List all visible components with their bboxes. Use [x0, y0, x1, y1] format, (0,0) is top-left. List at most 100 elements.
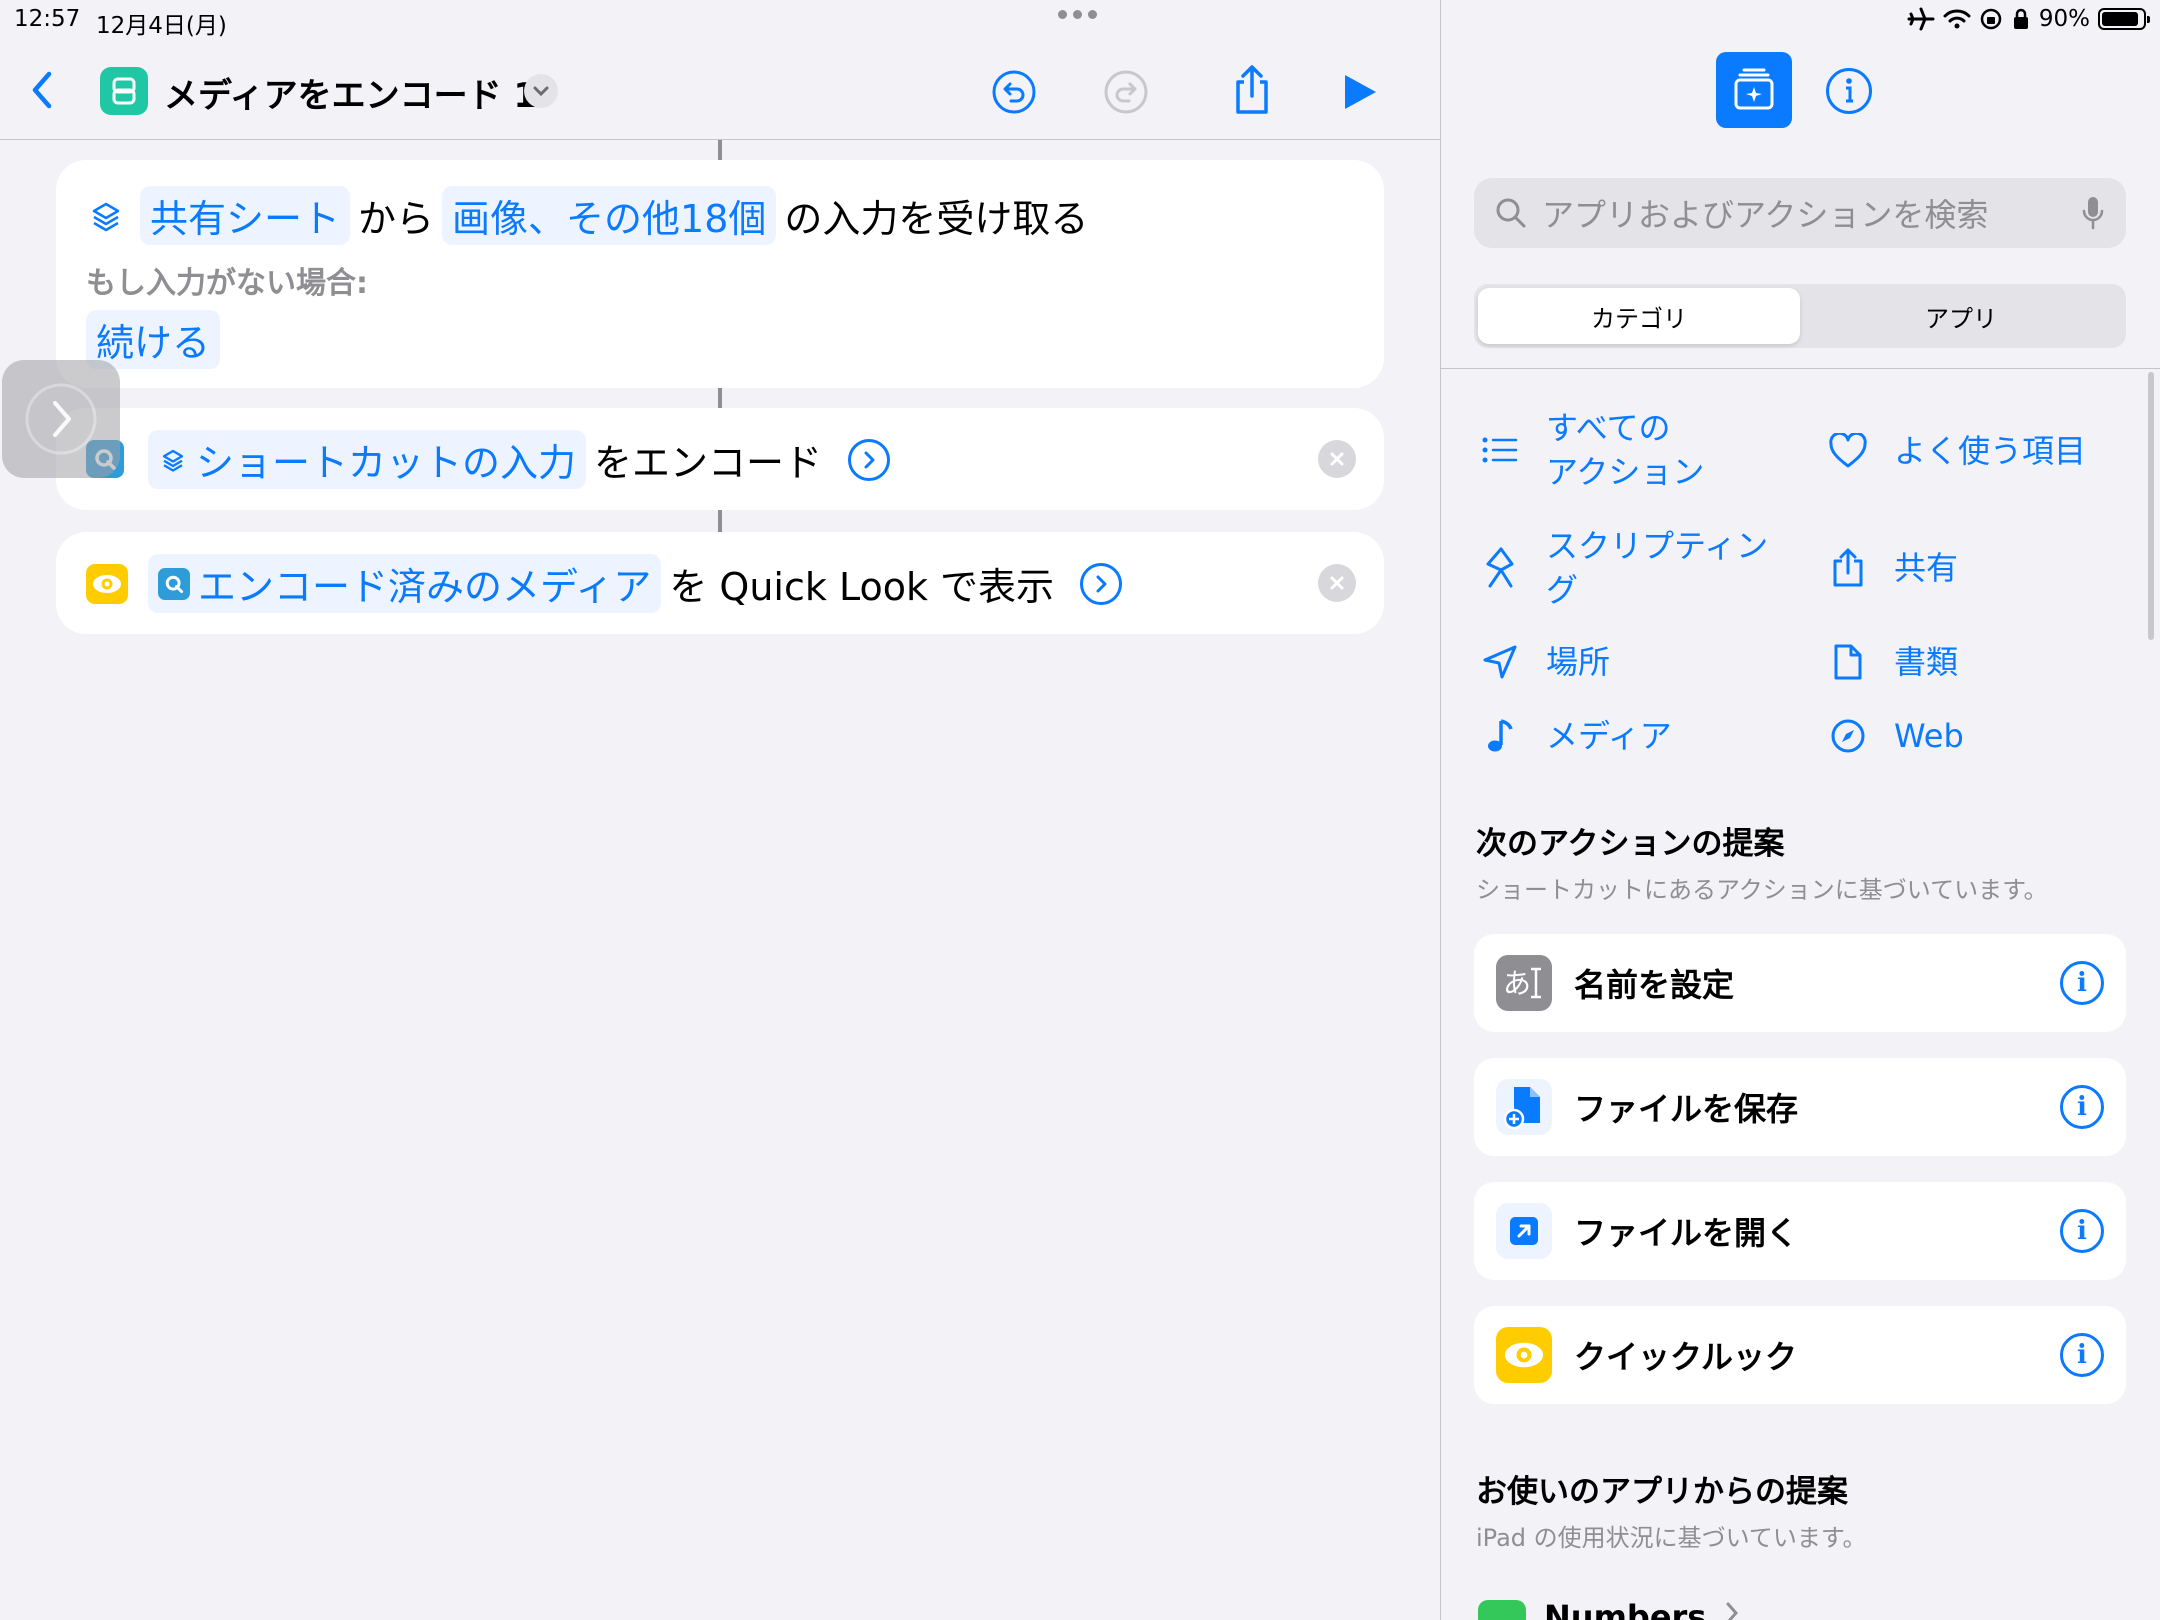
pane-divider [1440, 368, 2160, 369]
share-button[interactable] [1228, 64, 1276, 116]
category-media[interactable]: メディア [1478, 714, 1672, 758]
flow-connector [718, 140, 722, 160]
lock-icon [2013, 8, 2028, 29]
chevron-right-icon [25, 383, 97, 455]
info-icon[interactable]: i [2060, 1085, 2104, 1129]
list-icon [1482, 437, 1518, 463]
category-location-label: 場所 [1546, 643, 1611, 681]
quicklook-app-icon [86, 564, 128, 604]
category-web[interactable]: Web [1826, 714, 1964, 758]
suggestion-set-name[interactable]: あ 名前を設定 i [1474, 934, 2126, 1032]
eye-icon [93, 575, 121, 593]
category-scripting-line2: グ [1546, 571, 1579, 609]
if-no-input-label: もし入力がない場合: [86, 266, 368, 301]
chevron-down-icon [533, 86, 549, 97]
battery-icon [2098, 8, 2150, 30]
category-segmented-control[interactable]: カテゴリ アプリ [1474, 284, 2126, 348]
receive-suffix-label: の入力を受け取る [784, 197, 1089, 241]
category-share[interactable]: 共有 [1826, 546, 1958, 590]
layers-icon [162, 449, 184, 472]
share-icon [1236, 65, 1268, 114]
segment-categories[interactable]: カテゴリ [1478, 288, 1800, 344]
undo-button[interactable] [990, 68, 1038, 116]
app-suggestions-subtitle: iPad の使用状況に基づいています。 [1476, 1524, 1867, 1552]
wifi-icon [1943, 9, 1971, 29]
open-arrow-icon [1510, 1217, 1538, 1245]
app-suggestions-title: お使いのアプリからの提案 [1476, 1474, 1848, 1510]
category-location[interactable]: 場所 [1478, 640, 1610, 684]
details-button[interactable] [1826, 68, 1872, 114]
action-quick-look[interactable]: エンコード済みのメディア を Quick Look で表示 [56, 532, 1384, 634]
close-icon [1330, 576, 1344, 590]
app-suggestion-numbers[interactable]: Numbers [1478, 1600, 1740, 1620]
back-button[interactable] [22, 70, 62, 110]
info-icon [1846, 78, 1853, 103]
suggestion-label: クイックルック [1574, 1338, 1798, 1376]
quicklook-input-token[interactable]: エンコード済みのメディア [148, 554, 662, 613]
expand-encode-button[interactable] [848, 438, 891, 481]
document-icon [1834, 644, 1862, 680]
sidebar-collapse-handle[interactable] [2, 360, 120, 478]
input-types-token[interactable]: 画像、その他18個 [442, 186, 777, 245]
expand-quicklook-button[interactable] [1080, 562, 1123, 605]
encode-input-token[interactable]: ショートカットの入力 [148, 430, 587, 489]
action-search-field[interactable]: アプリおよびアクションを検索 [1474, 178, 2126, 248]
microphone-icon[interactable] [2080, 194, 2106, 232]
info-icon[interactable]: i [2060, 1209, 2104, 1253]
category-all-actions[interactable]: すべての アクション [1478, 406, 1704, 494]
suggestion-label: 名前を設定 [1574, 966, 1735, 1004]
chevron-right-icon [1726, 1602, 1739, 1620]
flow-connector [718, 510, 722, 532]
quicklook-input-label: エンコード済みのメディア [198, 565, 652, 609]
search-icon [1496, 198, 1526, 228]
action-library-icon [1734, 68, 1774, 110]
suggestion-open-file[interactable]: ファイルを開く i [1474, 1182, 2126, 1280]
text-cursor-icon: あ [1503, 967, 1541, 1000]
layers-icon [92, 202, 120, 231]
save-file-app-icon [1496, 1079, 1552, 1135]
segment-apps[interactable]: アプリ [1800, 288, 2122, 344]
suggestion-save-file[interactable]: ファイルを保存 i [1474, 1058, 2126, 1156]
multitasking-dots[interactable] [1058, 10, 1097, 19]
category-documents[interactable]: 書類 [1826, 640, 1958, 684]
if-no-input-value[interactable]: 続ける [86, 310, 221, 369]
flow-connector [718, 388, 722, 408]
input-source-token[interactable]: 共有シート [140, 186, 351, 245]
category-web-label: Web [1894, 717, 1964, 755]
run-button[interactable] [1338, 70, 1382, 114]
eye-icon [1504, 1342, 1544, 1368]
editor-pane: 12:57 12月4日(月) メディアをエンコード 1 共有シート から 画像、… [0, 0, 1440, 1620]
location-arrow-icon [1483, 645, 1517, 679]
redo-button[interactable] [1102, 68, 1150, 116]
airplane-icon [1907, 7, 1935, 31]
suggestion-quick-look[interactable]: クイックルック i [1474, 1306, 2126, 1404]
quicktime-icon [158, 567, 190, 600]
heart-icon [1829, 433, 1867, 468]
info-icon[interactable]: i [2060, 1333, 2104, 1377]
set-name-app-icon: あ [1496, 955, 1552, 1011]
title-menu-button[interactable] [524, 74, 558, 108]
category-favorites[interactable]: よく使う項目 [1826, 429, 2086, 473]
remove-encode-button[interactable] [1318, 440, 1356, 478]
scripting-icon [1486, 547, 1514, 588]
svg-text:あ: あ [1503, 967, 1531, 1000]
chevron-right-icon [1096, 575, 1107, 592]
quicklook-suffix-label: を Quick Look で表示 [669, 565, 1055, 609]
from-label: から [358, 197, 435, 241]
action-encode-media[interactable]: ショートカットの入力 をエンコード [56, 408, 1384, 510]
orientation-lock-icon [1980, 8, 2002, 30]
play-icon [1345, 75, 1376, 109]
category-all-line1: すべての [1546, 409, 1671, 447]
close-icon [1330, 452, 1344, 466]
shortcut-title[interactable]: メディアをエンコード 1 [164, 68, 537, 117]
action-library-button[interactable] [1716, 52, 1792, 128]
category-favorites-label: よく使う項目 [1894, 432, 2087, 470]
category-documents-label: 書類 [1894, 643, 1959, 681]
category-scripting[interactable]: スクリプティング [1478, 524, 1768, 612]
remove-quicklook-button[interactable] [1318, 564, 1356, 602]
scrollbar[interactable] [2148, 372, 2154, 640]
info-icon[interactable]: i [2060, 961, 2104, 1005]
action-receive-input[interactable]: 共有シート から 画像、その他18個 の入力を受け取る もし入力がない場合: 続… [56, 160, 1384, 388]
shortcut-app-icon[interactable] [100, 67, 148, 115]
app-suggestion-label: Numbers [1544, 1600, 1707, 1620]
